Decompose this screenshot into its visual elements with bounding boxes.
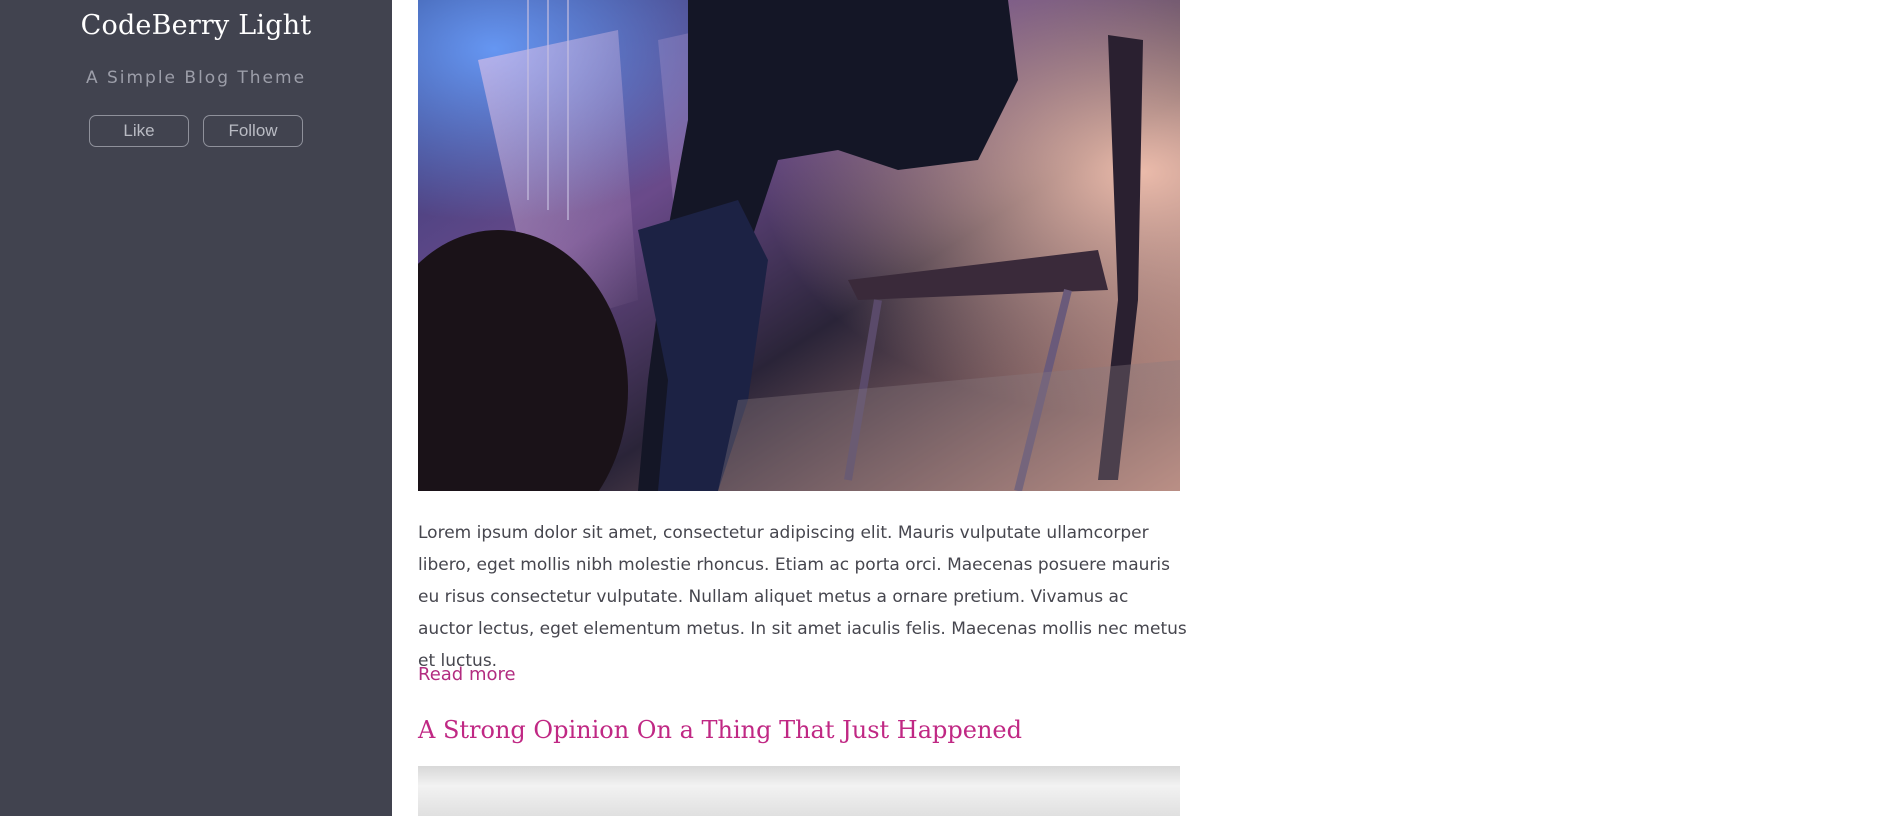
post-image[interactable] <box>418 0 1180 491</box>
blog-title[interactable]: CodeBerry Light <box>0 10 392 41</box>
like-button[interactable]: Like <box>89 115 189 147</box>
read-more-link[interactable]: Read more <box>418 664 516 685</box>
post-title[interactable]: A Strong Opinion On a Thing That Just Ha… <box>418 716 1022 744</box>
blog-subtitle: A Simple Blog Theme <box>85 68 307 88</box>
follow-button[interactable]: Follow <box>203 115 303 147</box>
concert-photo <box>418 0 1180 491</box>
sidebar: CodeBerry Light A Simple Blog Theme Like… <box>0 0 392 816</box>
post-image[interactable] <box>418 766 1180 816</box>
post-excerpt: Lorem ipsum dolor sit amet, consectetur … <box>418 523 1187 671</box>
